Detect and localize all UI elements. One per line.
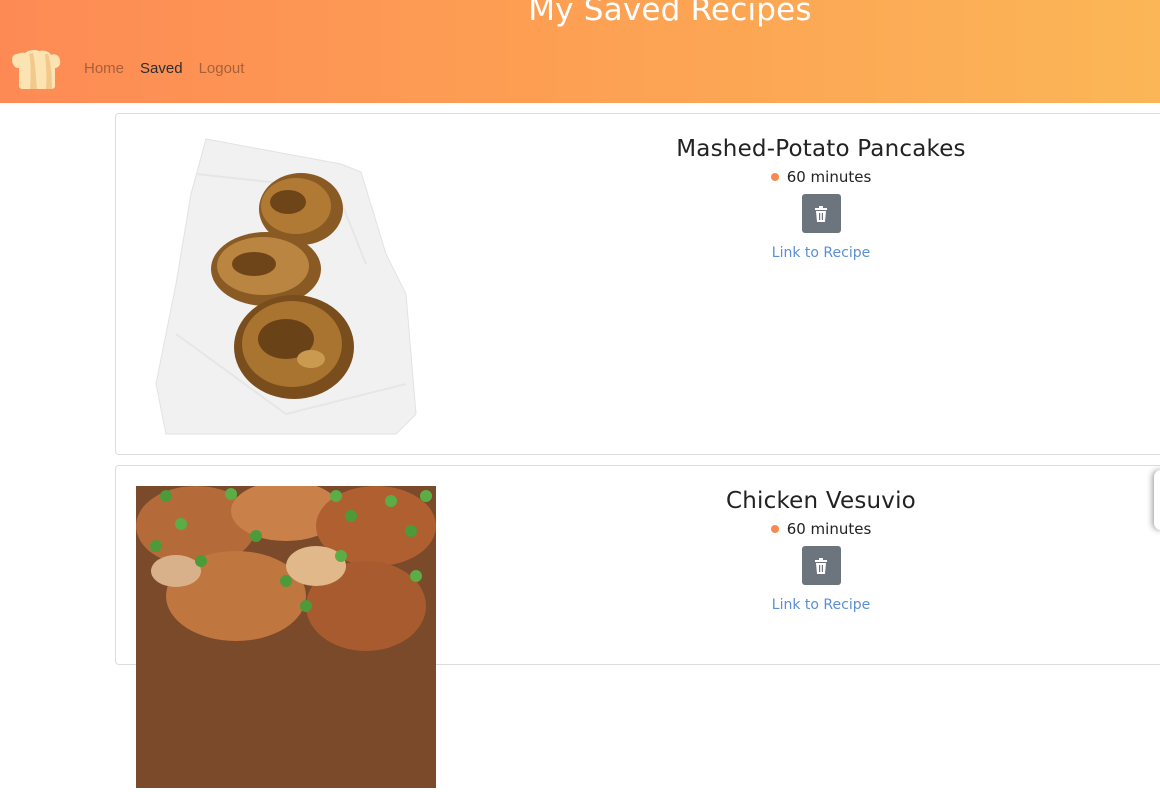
time-dot-icon (770, 525, 779, 533)
recipe-link[interactable]: Link to Recipe (656, 597, 986, 613)
chicken-vesuvio-photo (136, 481, 436, 788)
time-dot-icon (770, 173, 779, 181)
side-panel-handle[interactable] (1154, 470, 1160, 530)
main-nav: Home Saved Logout (84, 60, 244, 77)
recipe-card: Mashed-Potato Pancakes 60 minutes Link t… (115, 113, 1160, 455)
recipe-time-value: 60 minutes (786, 520, 872, 538)
recipe-time: 60 minutes (656, 520, 986, 538)
recipe-link[interactable]: Link to Recipe (656, 245, 986, 261)
delete-recipe-button[interactable] (801, 546, 841, 585)
recipe-info: Mashed-Potato Pancakes 60 minutes Link t… (656, 136, 986, 261)
nav-saved[interactable]: Saved (140, 60, 183, 77)
recipe-info: Chicken Vesuvio 60 minutes Link to Recip… (656, 488, 986, 613)
page-title: My Saved Recipes (528, 0, 812, 28)
trash-icon (815, 205, 827, 222)
delete-recipe-button[interactable] (801, 194, 841, 233)
trash-icon (815, 557, 827, 574)
recipe-time-value: 60 minutes (786, 168, 872, 186)
potato-pancakes-photo (136, 134, 436, 436)
nav-home[interactable]: Home (84, 60, 124, 77)
app-header: My Saved Recipes Home Saved Logout (0, 0, 1160, 103)
recipe-title: Chicken Vesuvio (726, 488, 916, 514)
recipe-card: Chicken Vesuvio 60 minutes Link to Recip… (115, 465, 1160, 788)
chef-hat-icon[interactable] (11, 49, 61, 90)
nav-logout[interactable]: Logout (199, 60, 245, 77)
recipe-time: 60 minutes (656, 168, 986, 186)
recipe-title: Mashed-Potato Pancakes (676, 136, 966, 162)
